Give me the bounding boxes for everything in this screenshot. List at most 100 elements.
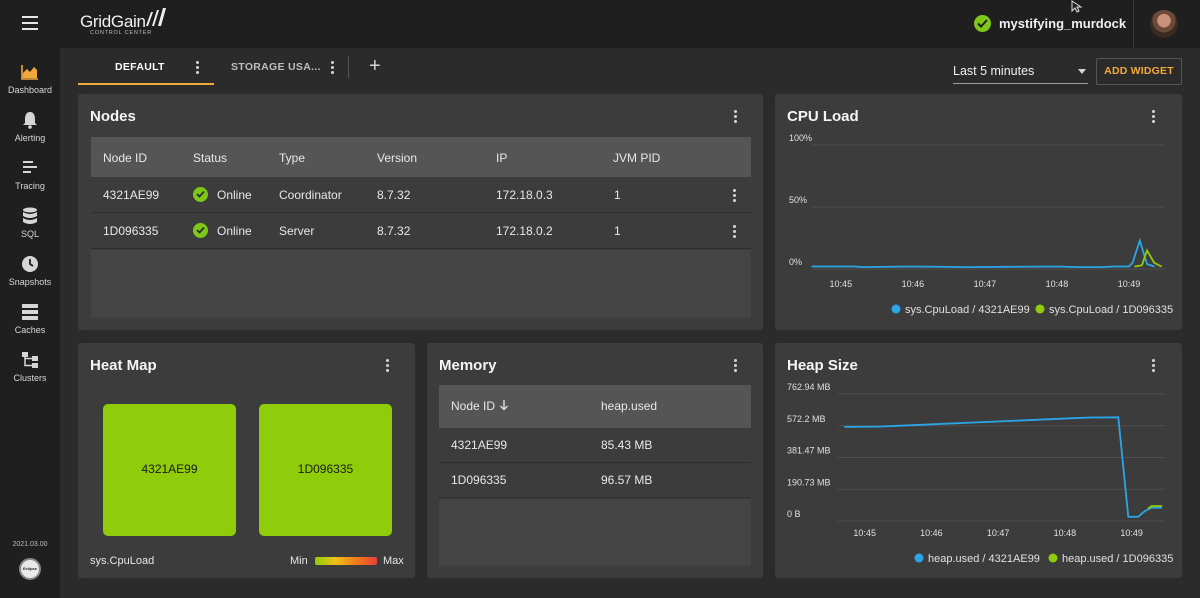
data-point bbox=[854, 265, 856, 268]
node-ip: 172.18.0.3 bbox=[496, 188, 553, 202]
y-tick-label: 190.73 MB bbox=[787, 477, 831, 487]
data-point bbox=[861, 266, 863, 268]
y-tick-label: 100% bbox=[789, 133, 812, 143]
data-point bbox=[1146, 263, 1148, 265]
sidebar-item-dashboard[interactable]: Dashboard bbox=[0, 62, 60, 106]
eclipse-badge-icon: Eclipse bbox=[19, 558, 41, 580]
clock-icon bbox=[22, 256, 38, 272]
data-point bbox=[1128, 265, 1130, 268]
tab-storage-menu-icon[interactable] bbox=[331, 61, 335, 75]
online-status-icon bbox=[193, 223, 208, 238]
sidebar-item-alerting[interactable]: Alerting bbox=[0, 110, 60, 154]
table-header: Node ID heap.used bbox=[439, 385, 751, 428]
table-row[interactable]: 1D096335 96.57 MB bbox=[439, 463, 751, 498]
node-ip: 172.18.0.2 bbox=[496, 224, 553, 238]
heap-size-chart: 762.94 MB 572.2 MB 381.47 MB 190.73 MB 0 B 10… bbox=[787, 382, 1173, 565]
column-header[interactable]: heap.used bbox=[601, 399, 657, 413]
user-online-status-icon bbox=[974, 15, 991, 32]
time-range-select[interactable]: Last 5 minutes bbox=[953, 60, 1088, 84]
legend-marker bbox=[1048, 553, 1058, 563]
data-point bbox=[1114, 265, 1116, 268]
row-menu-icon[interactable] bbox=[733, 225, 737, 239]
tab-default-menu-icon[interactable] bbox=[196, 61, 200, 75]
data-point bbox=[1127, 516, 1129, 518]
user-name[interactable]: mystifying_murdock bbox=[999, 16, 1126, 31]
divider bbox=[1133, 0, 1134, 48]
heat-map-panel: Heat Map 4321AE99 1D096335 sys.CpuLoad M… bbox=[78, 343, 415, 578]
data-point bbox=[1146, 249, 1148, 251]
row-menu-icon[interactable] bbox=[733, 189, 737, 203]
data-point bbox=[1160, 265, 1162, 268]
heat-tile[interactable]: 4321AE99 bbox=[103, 404, 236, 536]
legend-marker bbox=[914, 553, 924, 563]
column-header[interactable]: Status bbox=[193, 151, 227, 165]
legend-label: sys.CpuLoad / 4321AE99 bbox=[905, 304, 1030, 316]
sidebar-item-tracing[interactable]: Tracing bbox=[0, 158, 60, 202]
table-row[interactable]: 4321AE99 85.43 MB bbox=[439, 428, 751, 463]
data-point bbox=[1153, 265, 1155, 268]
column-header[interactable]: Node ID bbox=[451, 399, 495, 413]
heat-metric-label: sys.CpuLoad bbox=[90, 555, 155, 567]
column-header[interactable]: Version bbox=[377, 151, 417, 165]
heat-tile[interactable]: 1D096335 bbox=[259, 404, 392, 536]
logo-subtitle: CONTROL CENTER bbox=[90, 30, 153, 36]
panel-title: Nodes bbox=[90, 108, 136, 125]
panel-menu-icon[interactable] bbox=[734, 359, 738, 373]
x-tick-label: 10:49 bbox=[1118, 279, 1141, 289]
x-tick-label: 10:49 bbox=[1120, 528, 1143, 538]
badge-text: Eclipse bbox=[22, 566, 37, 571]
node-status: Online bbox=[217, 188, 252, 202]
data-point bbox=[844, 426, 846, 428]
table-empty-area bbox=[439, 499, 751, 566]
sidebar-item-caches[interactable]: Caches bbox=[0, 302, 60, 346]
data-point bbox=[969, 266, 972, 268]
y-tick-label: 381.47 MB bbox=[787, 446, 831, 456]
mouse-cursor-icon bbox=[1071, 0, 1083, 13]
y-tick-label: 762.94 MB bbox=[787, 382, 831, 392]
panel-menu-icon[interactable] bbox=[734, 110, 738, 124]
cpu-load-chart: 100% 50% 0% 10:45 10:46 10:47 10:48 10:49 sys.Cp… bbox=[789, 133, 1173, 316]
panel-menu-icon[interactable] bbox=[386, 359, 390, 373]
sort-arrow-down-icon[interactable] bbox=[499, 399, 509, 411]
time-range-value: Last 5 minutes bbox=[953, 64, 1035, 78]
heat-min-label: Min bbox=[290, 555, 308, 567]
sidebar-item-clusters[interactable]: Clusters bbox=[0, 350, 60, 394]
dashboard-tabs: DEFAULT STORAGE USA... + Last 5 minutes … bbox=[78, 48, 1182, 86]
avatar[interactable] bbox=[1150, 10, 1178, 38]
heat-tile-label: 1D096335 bbox=[297, 462, 354, 476]
data-point bbox=[1134, 265, 1136, 268]
node-jvm-pid: 1 bbox=[614, 188, 621, 202]
column-header[interactable]: JVM PID bbox=[613, 151, 660, 165]
data-point bbox=[811, 265, 813, 268]
add-tab-button[interactable]: + bbox=[369, 56, 381, 76]
menu-icon[interactable] bbox=[22, 16, 38, 30]
sidebar-item-label: Snapshots bbox=[8, 277, 52, 287]
panel-title: Heat Map bbox=[90, 357, 157, 374]
sidebar-item-snapshots[interactable]: Snapshots bbox=[0, 254, 60, 298]
sidebar-item-label: Clusters bbox=[13, 373, 47, 383]
add-widget-button[interactable]: ADD WIDGET bbox=[1096, 58, 1182, 85]
node-version: 8.7.32 bbox=[377, 224, 411, 238]
data-point bbox=[1147, 507, 1149, 510]
tab-default[interactable]: DEFAULT bbox=[78, 48, 214, 85]
data-point bbox=[884, 425, 886, 427]
column-header[interactable]: Node ID bbox=[103, 151, 147, 165]
top-bar: GridGain CONTROL CENTER mystifying_murdo… bbox=[0, 0, 1200, 48]
tab-storage-usage[interactable]: STORAGE USA... bbox=[218, 48, 348, 84]
area-chart-icon bbox=[21, 65, 38, 80]
legend-marker bbox=[1035, 304, 1045, 314]
table-row[interactable]: 4321AE99 Online Coordinator 8.7.32 172.1… bbox=[91, 178, 751, 213]
sidebar-item-label: SQL bbox=[20, 229, 39, 239]
node-type: Server bbox=[279, 224, 315, 238]
heap-used-value: 96.57 MB bbox=[601, 473, 653, 487]
column-header[interactable]: IP bbox=[496, 151, 507, 165]
table-row[interactable]: 1D096335 Online Server 8.7.32 172.18.0.2… bbox=[91, 214, 751, 249]
sidebar-item-sql[interactable]: SQL bbox=[0, 206, 60, 250]
y-tick-label: 0% bbox=[789, 257, 802, 267]
cpu-load-panel: CPU Load 100% 50% 0% 10:45 10:46 10:47 10:48 10… bbox=[775, 94, 1182, 330]
online-status-icon bbox=[193, 187, 208, 202]
data-point bbox=[877, 426, 879, 428]
column-header[interactable]: Type bbox=[279, 151, 305, 165]
data-point bbox=[1151, 505, 1153, 507]
storage-stack-icon bbox=[22, 304, 38, 320]
